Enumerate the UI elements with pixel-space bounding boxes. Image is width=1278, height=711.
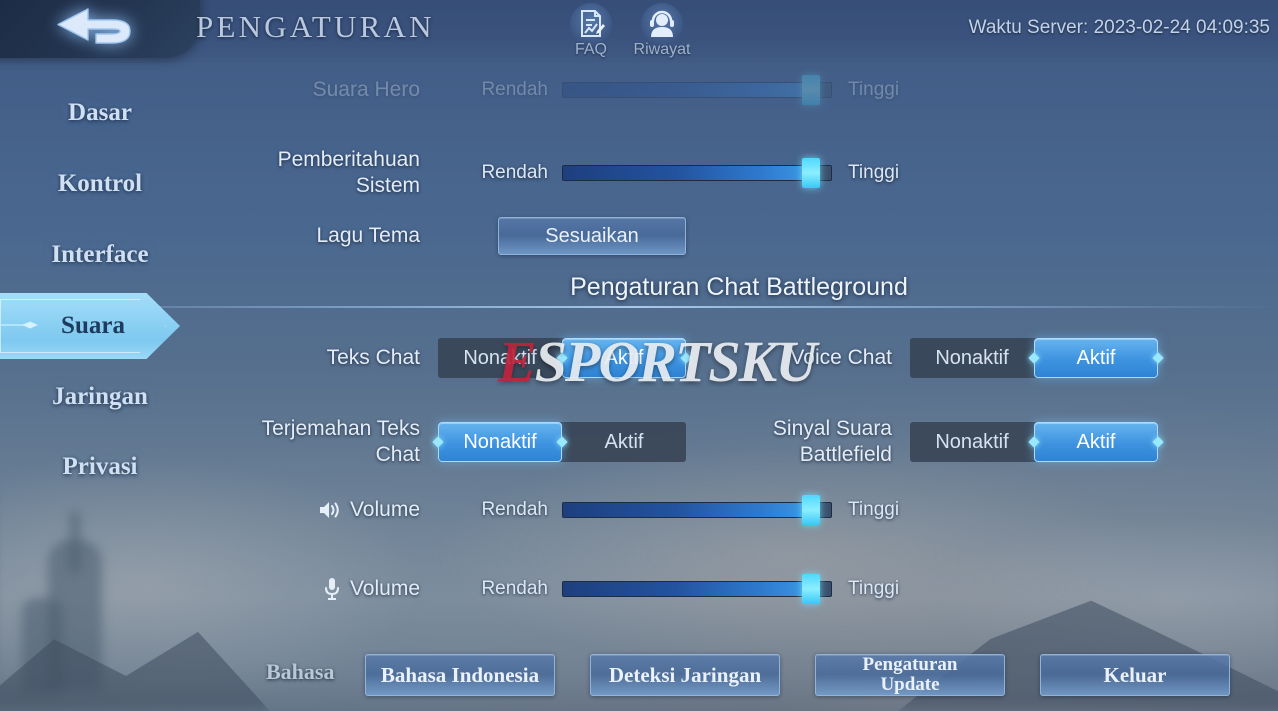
sesuaikan-button[interactable]: Sesuaikan [498, 217, 686, 255]
slider-high-label: Tinggi [848, 79, 900, 100]
volume-speaker-label-wrap: Volume [200, 497, 420, 523]
slider-fill [563, 83, 815, 97]
teks-chat-option-aktif[interactable]: Aktif [562, 338, 686, 378]
page-title: PENGATURAN [196, 9, 435, 44]
label-line-1: Sinyal Suara [772, 416, 892, 440]
label-line-1: Pemberitahuan [277, 147, 420, 171]
faq-label: FAQ [574, 41, 607, 58]
volume-mic-slider[interactable] [562, 574, 832, 604]
row-chat-toggles-1: Teks Chat Nonaktif Aktif Voice Chat Nona… [200, 335, 1278, 381]
sidebar-item-label: Jaringan [52, 383, 148, 410]
sidebar-item-label: Kontrol [57, 170, 143, 197]
label-line-2: Chat [375, 443, 420, 466]
update-settings-button[interactable]: Pengaturan Update [815, 654, 1005, 696]
sidebar-item-label: Privasi [62, 453, 138, 480]
update-button-line-1: Pengaturan [862, 654, 958, 676]
voice-chat-toggle[interactable]: Nonaktif Aktif [910, 338, 1158, 378]
sinyal-option-aktif[interactable]: Aktif [1034, 422, 1158, 462]
sidebar-item-dasar[interactable]: Dasar [0, 87, 200, 139]
row-lagu-tema: Lagu Tema Sesuaikan [200, 213, 1278, 259]
update-button-line-2: Update [880, 674, 940, 695]
sidebar-item-suara[interactable]: Suara [0, 293, 200, 359]
network-detection-button-label: Deteksi Jaringan [608, 662, 762, 687]
document-pen-icon [570, 3, 612, 45]
slider-fill [563, 166, 815, 180]
slider-handle[interactable] [802, 495, 821, 525]
section-title: Pengaturan Chat Battleground [570, 273, 908, 301]
label-line-1: Terjemahan Teks [261, 416, 420, 440]
sinyal-suara-battlefield-toggle[interactable]: Nonaktif Aktif [910, 422, 1158, 462]
slider-low-label: Rendah [481, 578, 548, 599]
sidebar-item-privasi[interactable]: Privasi [0, 441, 200, 493]
sidebar-item-label: Suara [61, 312, 125, 339]
settings-content: Suara Hero Rendah Tinggi Pemberitahuan S… [0, 63, 1278, 633]
row-volume-speaker: Volume Rendah Tinggi [200, 488, 1278, 532]
volume-speaker-label: Volume [349, 497, 420, 521]
sinyal-suara-battlefield-label: Sinyal Suara Battlefield [712, 416, 892, 469]
label-line-2: Sistem [355, 174, 420, 197]
network-detection-button[interactable]: Deteksi Jaringan [590, 654, 780, 696]
voice-chat-option-aktif[interactable]: Aktif [1034, 338, 1158, 378]
sesuaikan-button-label: Sesuaikan [545, 224, 639, 247]
sidebar: Dasar Kontrol Interface Suara Jaringan P… [0, 63, 200, 711]
sidebar-item-label: Dasar [68, 99, 132, 126]
teks-chat-label: Teks Chat [326, 345, 420, 369]
riwayat-label: Riwayat [633, 41, 691, 58]
back-arrow-icon[interactable] [52, 3, 146, 55]
teks-chat-option-nonaktif[interactable]: Nonaktif [438, 338, 562, 378]
row-suara-hero: Suara Hero Rendah Tinggi [200, 73, 1278, 107]
server-time: Waktu Server: 2023-02-24 04:09:35 [968, 17, 1270, 38]
sidebar-item-label: Interface [51, 241, 149, 268]
terjemahan-option-nonaktif[interactable]: Nonaktif [438, 422, 562, 462]
row-volume-mic: Volume Rendah Tinggi [200, 567, 1278, 611]
slider-high-label: Tinggi [848, 499, 900, 520]
sidebar-item-jaringan[interactable]: Jaringan [0, 371, 200, 423]
riwayat-button[interactable]: Riwayat [630, 3, 694, 59]
suara-hero-label: Suara Hero [312, 77, 420, 101]
suara-hero-slider[interactable] [562, 75, 832, 105]
top-bar: PENGATURAN FAQ Riwayat Waktu Server: 202… [0, 0, 1278, 63]
faq-button[interactable]: FAQ [559, 3, 623, 59]
terjemahan-teks-chat-label: Terjemahan Teks Chat [200, 416, 420, 469]
voice-chat-label: Voice Chat [790, 345, 892, 369]
slider-handle[interactable] [802, 75, 821, 105]
voice-chat-option-nonaktif[interactable]: Nonaktif [910, 338, 1034, 378]
volume-speaker-slider[interactable] [562, 495, 832, 525]
slider-high-label: Tinggi [848, 162, 900, 183]
exit-button[interactable]: Keluar [1040, 654, 1230, 696]
pemberitahuan-sistem-slider[interactable] [562, 158, 832, 188]
lagu-tema-label: Lagu Tema [316, 223, 420, 247]
language-button-label: Bahasa Indonesia [380, 662, 540, 687]
pemberitahuan-sistem-label: Pemberitahuan Sistem [200, 147, 420, 200]
support-agent-icon [641, 3, 683, 45]
bahasa-label: Bahasa [266, 659, 335, 684]
slider-handle[interactable] [802, 158, 821, 188]
slider-fill [563, 582, 815, 596]
bottom-bar: Bahasa Bahasa Indonesia Deteksi Jaringan… [0, 633, 1278, 711]
volume-mic-label-wrap: Volume [200, 576, 420, 602]
section-header: Pengaturan Chat Battleground [200, 273, 1278, 302]
slider-low-label: Rendah [481, 79, 548, 100]
slider-high-label: Tinggi [848, 578, 900, 599]
active-tab-spark-icon [0, 321, 38, 329]
sidebar-item-interface[interactable]: Interface [0, 229, 200, 281]
row-chat-toggles-2: Terjemahan Teks Chat Nonaktif Aktif Siny… [200, 414, 1278, 470]
exit-button-label: Keluar [1103, 662, 1167, 687]
terjemahan-option-aktif[interactable]: Aktif [562, 422, 686, 462]
slider-handle[interactable] [802, 574, 821, 604]
sidebar-item-kontrol[interactable]: Kontrol [0, 158, 200, 210]
speaker-icon [319, 502, 339, 518]
volume-mic-label: Volume [349, 576, 420, 600]
sinyal-option-nonaktif[interactable]: Nonaktif [910, 422, 1034, 462]
slider-low-label: Rendah [481, 162, 548, 183]
language-button[interactable]: Bahasa Indonesia [365, 654, 555, 696]
slider-fill [563, 503, 815, 517]
microphone-icon [324, 578, 339, 600]
teks-chat-toggle[interactable]: Nonaktif Aktif [438, 338, 686, 378]
slider-low-label: Rendah [481, 499, 548, 520]
label-line-2: Battlefield [799, 443, 892, 466]
terjemahan-teks-chat-toggle[interactable]: Nonaktif Aktif [438, 422, 686, 462]
row-pemberitahuan-sistem: Pemberitahuan Sistem Rendah Tinggi [200, 145, 1278, 201]
